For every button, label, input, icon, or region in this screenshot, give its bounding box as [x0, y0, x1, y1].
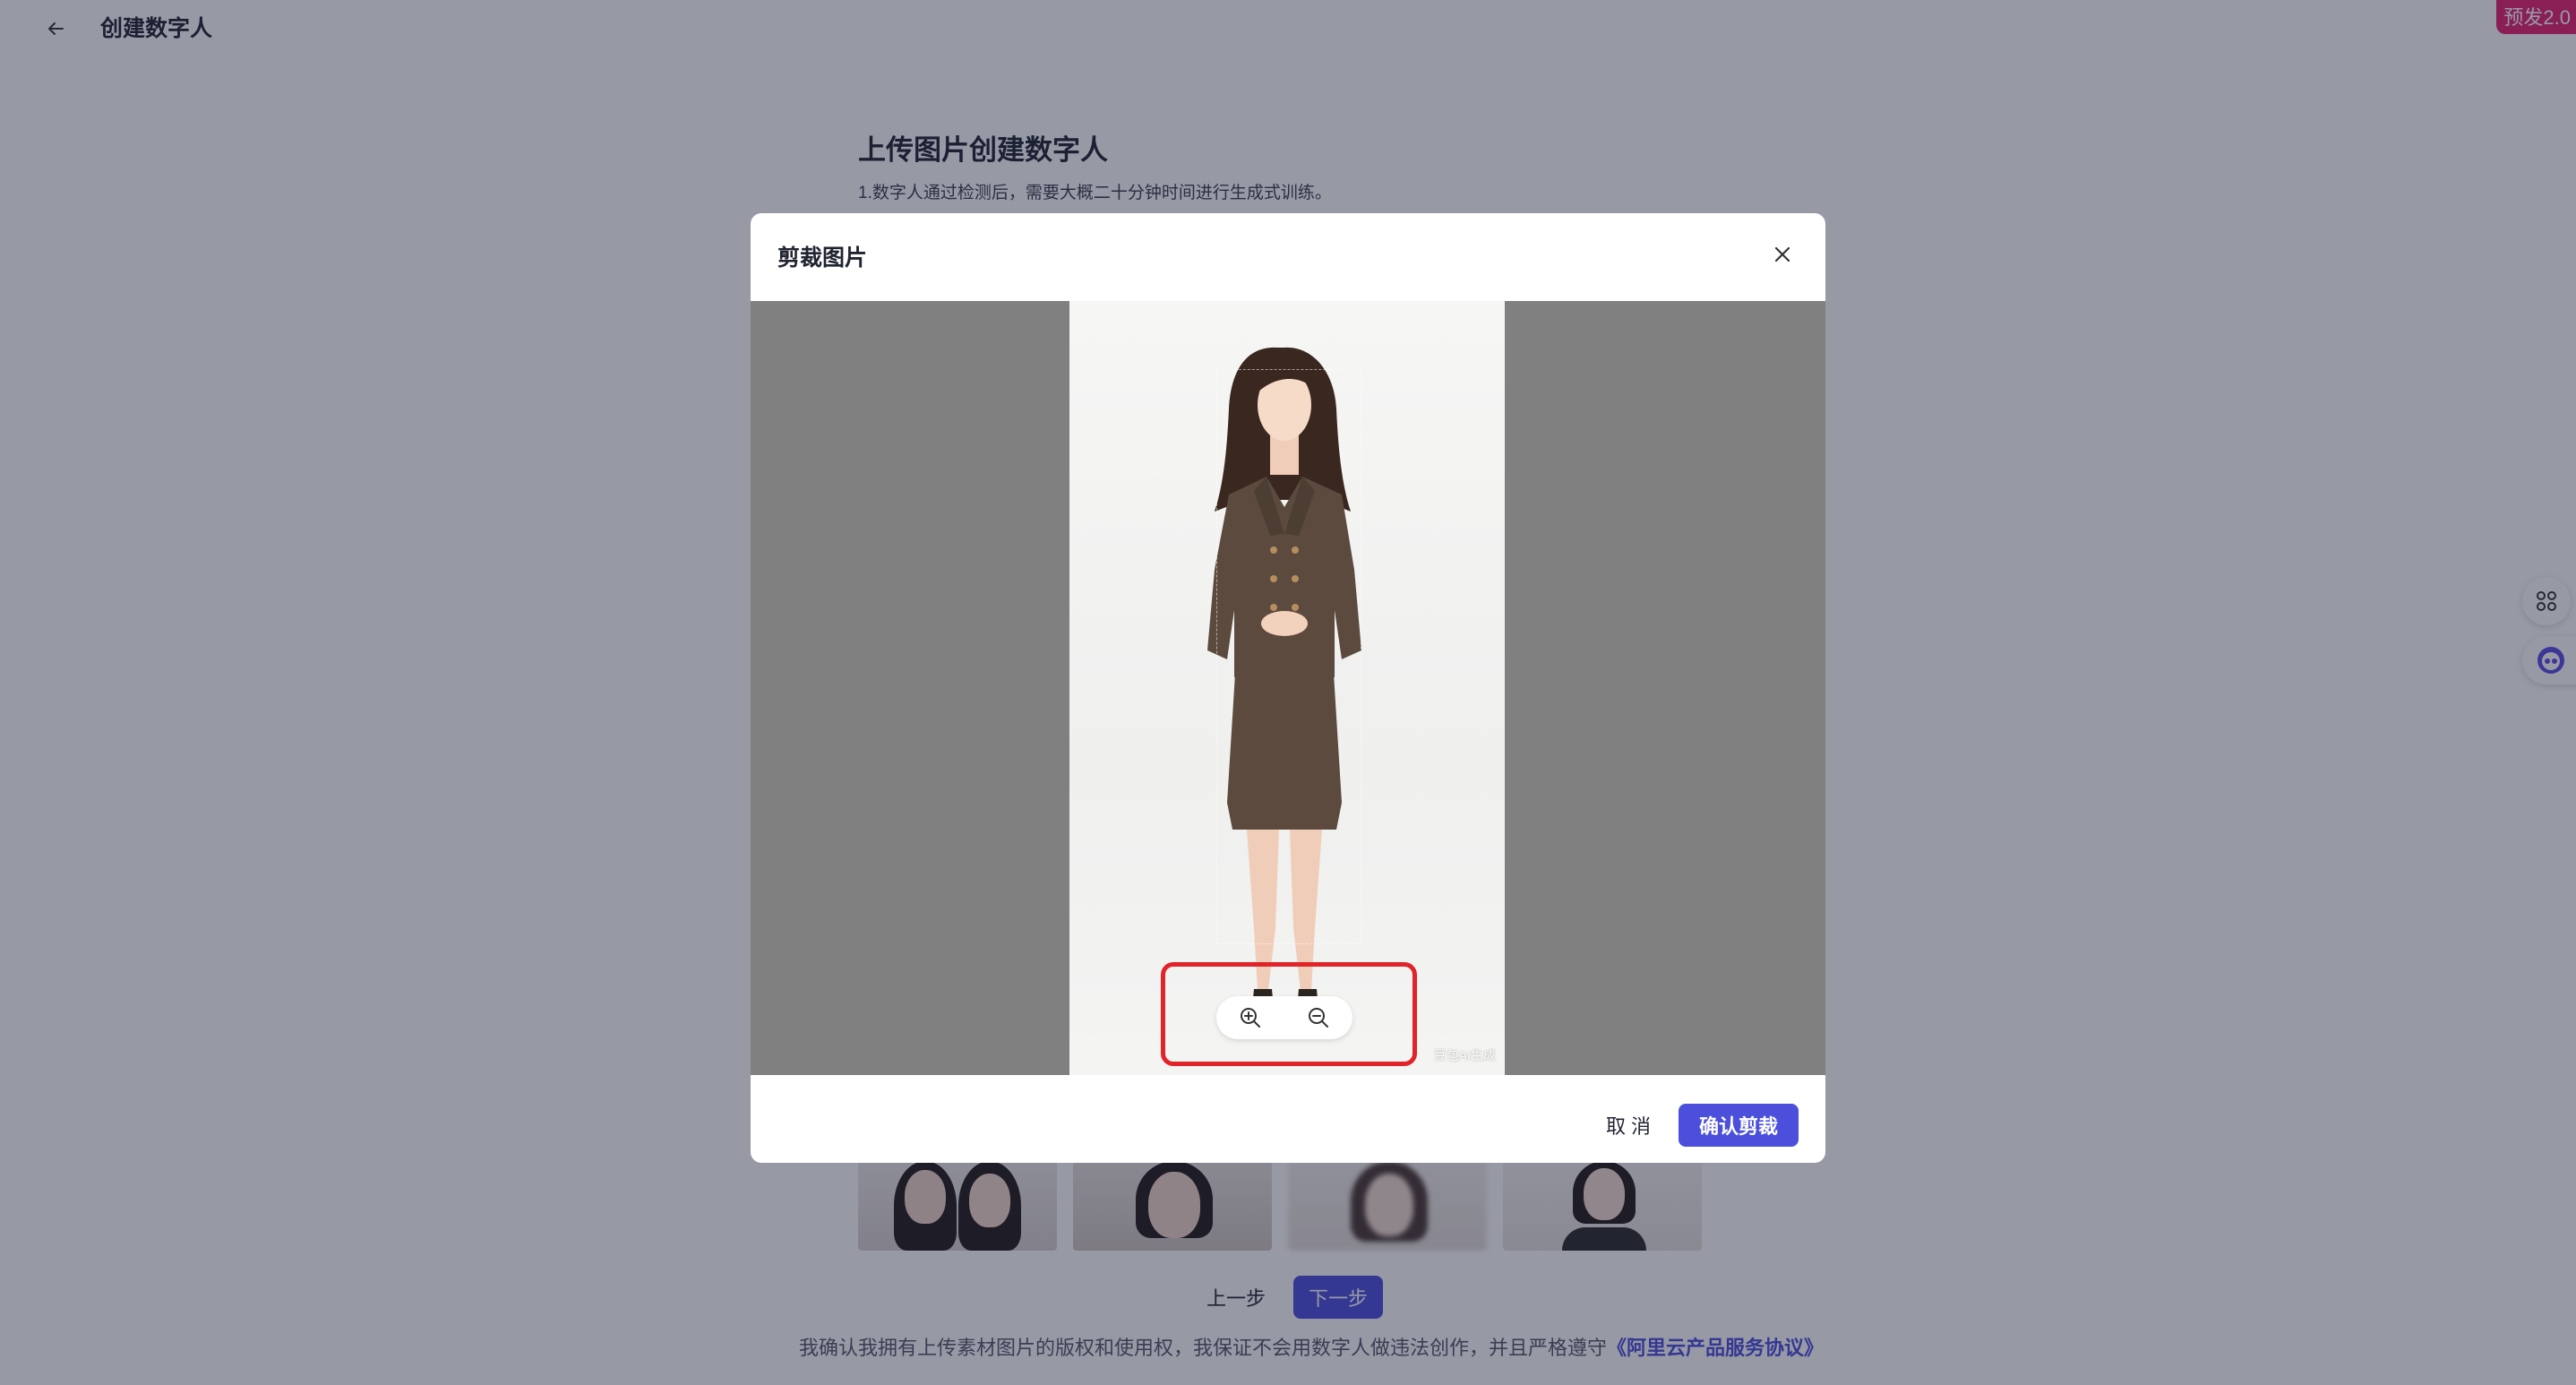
crop-selection-frame[interactable]	[1216, 369, 1361, 944]
modal-title: 剪裁图片	[777, 245, 868, 271]
close-icon[interactable]	[1766, 238, 1799, 271]
crop-image[interactable]: 豆包AI生成	[1069, 301, 1505, 1075]
ai-watermark: 豆包AI生成	[1433, 1048, 1496, 1062]
zoom-controls-highlight	[1161, 962, 1417, 1066]
modal-footer: 取 消 确认剪裁	[751, 1075, 1825, 1163]
cancel-button[interactable]: 取 消	[1587, 1104, 1670, 1147]
crop-area[interactable]: 豆包AI生成	[751, 301, 1825, 1075]
crop-modal: 剪裁图片 豆包AI生成 取 消 确认剪裁	[751, 213, 1825, 1163]
confirm-crop-button[interactable]: 确认剪裁	[1679, 1104, 1799, 1147]
